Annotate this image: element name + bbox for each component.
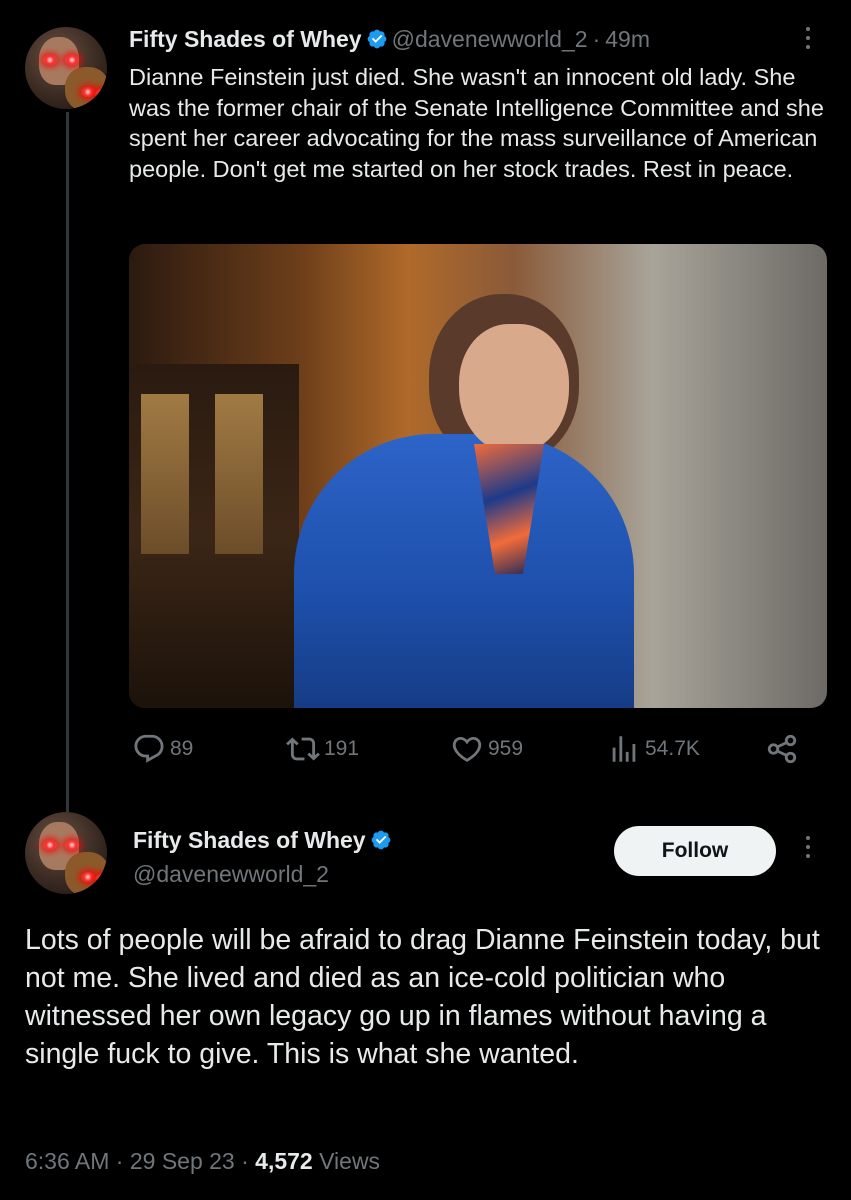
tweet-time[interactable]: 49m [605, 26, 650, 52]
avatar-laser-eye [65, 840, 79, 850]
views-bar-chart-icon [612, 736, 636, 762]
like-count: 959 [488, 737, 524, 760]
share-button[interactable] [765, 731, 799, 767]
repost-button[interactable]: 191 [286, 731, 359, 767]
views-button[interactable]: 54.7K [607, 731, 700, 767]
views-count: 4,572 [255, 1148, 313, 1174]
author-handle[interactable]: @davenewworld_2 [133, 861, 329, 887]
reply-icon [134, 734, 164, 763]
separator-dot: · [241, 1148, 249, 1174]
avatar-laser-eye [81, 872, 95, 882]
reply-button[interactable]: 89 [132, 731, 193, 767]
reply-count: 89 [170, 737, 194, 760]
main-tweet-handle-line: @davenewworld_2 [133, 861, 329, 888]
photo-person-face [459, 324, 569, 454]
tweet-date[interactable]: 29 Sep 23 [130, 1148, 235, 1174]
thread-connector-line [66, 112, 69, 812]
repost-count: 191 [324, 737, 360, 760]
repost-icon [286, 737, 320, 761]
views-label: Views [319, 1148, 381, 1174]
tweet-photo[interactable] [129, 244, 827, 708]
avatar-laser-eye [65, 55, 79, 65]
tweet-header: Fifty Shades of Whey @davenewworld_2 · 49m [129, 26, 650, 53]
main-tweet-text: Lots of people will be afraid to drag Di… [25, 924, 820, 1070]
avatar-laser-eye [95, 874, 107, 884]
avatar[interactable] [25, 27, 107, 109]
verified-badge-icon [367, 29, 386, 49]
separator-dot: · [592, 26, 601, 52]
avatar-laser-eye [43, 840, 57, 850]
tweet-timestamp[interactable]: 6:36 AM [25, 1148, 109, 1174]
author-name[interactable]: Fifty Shades of Whey [129, 26, 362, 52]
more-vertical-icon[interactable] [804, 836, 812, 866]
author-name[interactable]: Fifty Shades of Whey [133, 827, 366, 853]
author-handle[interactable]: @davenewworld_2 [392, 26, 588, 52]
heart-icon [452, 736, 482, 762]
photo-person-suit [294, 434, 634, 708]
avatar-laser-eye [95, 89, 107, 99]
avatar[interactable] [25, 812, 107, 894]
more-vertical-icon[interactable] [804, 27, 812, 57]
main-tweet-author: Fifty Shades of Whey [133, 827, 396, 854]
views-count: 54.7K [645, 737, 700, 760]
photo-door-glass [215, 394, 263, 554]
tweet-text: Dianne Feinstein just died. She wasn't a… [129, 64, 824, 182]
photo-door-glass [141, 394, 189, 554]
tweet-metadata: 6:36 AM · 29 Sep 23 · 4,572 Views [25, 1148, 380, 1175]
separator-dot: · [115, 1148, 124, 1174]
avatar-laser-eye [81, 87, 95, 97]
follow-button[interactable]: Follow [614, 826, 776, 876]
like-button[interactable]: 959 [450, 731, 523, 767]
verified-badge-icon [371, 830, 390, 850]
avatar-laser-eye [43, 55, 57, 65]
share-icon [767, 734, 797, 764]
